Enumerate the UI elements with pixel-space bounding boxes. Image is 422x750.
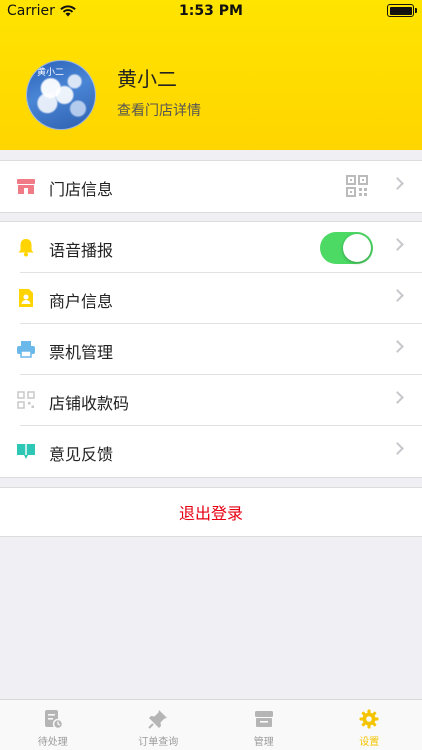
battery-icon (387, 4, 417, 17)
feedback-icon (17, 444, 35, 459)
chevron-right-icon (391, 177, 404, 190)
gear-icon (359, 709, 379, 729)
bell-icon (18, 239, 34, 257)
tab-label: 订单查询 (138, 737, 179, 748)
row-label: 商户信息 (49, 292, 114, 311)
logout-label: 退出登录 (178, 504, 243, 523)
pin-icon (148, 710, 168, 729)
tab-bar: 待处理 订单查询 管理 设置 (0, 699, 422, 750)
logout-button[interactable]: 退出登录 (0, 487, 422, 537)
pending-icon (44, 710, 63, 729)
store-group: 门店信息 (0, 160, 422, 213)
tab-order-query[interactable]: 订单查询 (106, 700, 212, 750)
profile-header: Carrier 1:53 PM 黄小二 黄小二 查看门店详情 (0, 0, 422, 150)
row-store-payment-code[interactable]: 店铺收款码 (0, 375, 422, 426)
chevron-right-icon (391, 391, 404, 404)
chevron-right-icon (391, 442, 404, 455)
merchant-icon (19, 289, 33, 307)
tab-label: 管理 (253, 737, 274, 748)
printer-icon (17, 341, 35, 358)
tab-manage[interactable]: 管理 (211, 700, 317, 750)
chevron-right-icon (391, 340, 404, 353)
user-name: 黄小二 (117, 67, 177, 91)
qr-code-icon (17, 391, 35, 409)
row-printer-management[interactable]: 票机管理 (0, 324, 422, 375)
tab-settings[interactable]: 设置 (317, 700, 422, 750)
row-feedback[interactable]: 意见反馈 (0, 426, 422, 477)
row-merchant-info[interactable]: 商户信息 (0, 273, 422, 324)
row-label: 语音播报 (49, 241, 114, 260)
voice-toggle[interactable] (320, 232, 373, 264)
tab-label: 待处理 (37, 737, 68, 748)
settings-group: 语音播报 商户信息 票机管理 店铺收款码 意见反馈 (0, 221, 422, 478)
row-store-info[interactable]: 门店信息 (0, 161, 422, 212)
row-label: 票机管理 (49, 343, 114, 362)
chevron-right-icon (391, 289, 404, 302)
store-details-link[interactable]: 查看门店详情 (117, 100, 201, 120)
row-label: 意见反馈 (49, 445, 114, 464)
manage-icon (254, 711, 273, 727)
chevron-right-icon (391, 238, 404, 251)
avatar-text: 黄小二 (37, 68, 65, 78)
row-label: 店铺收款码 (49, 394, 130, 413)
tab-pending[interactable]: 待处理 (0, 700, 106, 750)
qr-code-icon[interactable] (346, 175, 368, 197)
tab-label: 设置 (359, 737, 380, 748)
avatar[interactable]: 黄小二 (26, 60, 96, 130)
row-label: 门店信息 (49, 180, 114, 199)
row-voice-broadcast[interactable]: 语音播报 (0, 222, 422, 273)
status-bar: Carrier 1:53 PM (0, 0, 422, 22)
clock: 1:53 PM (179, 3, 243, 19)
store-icon (17, 179, 35, 194)
